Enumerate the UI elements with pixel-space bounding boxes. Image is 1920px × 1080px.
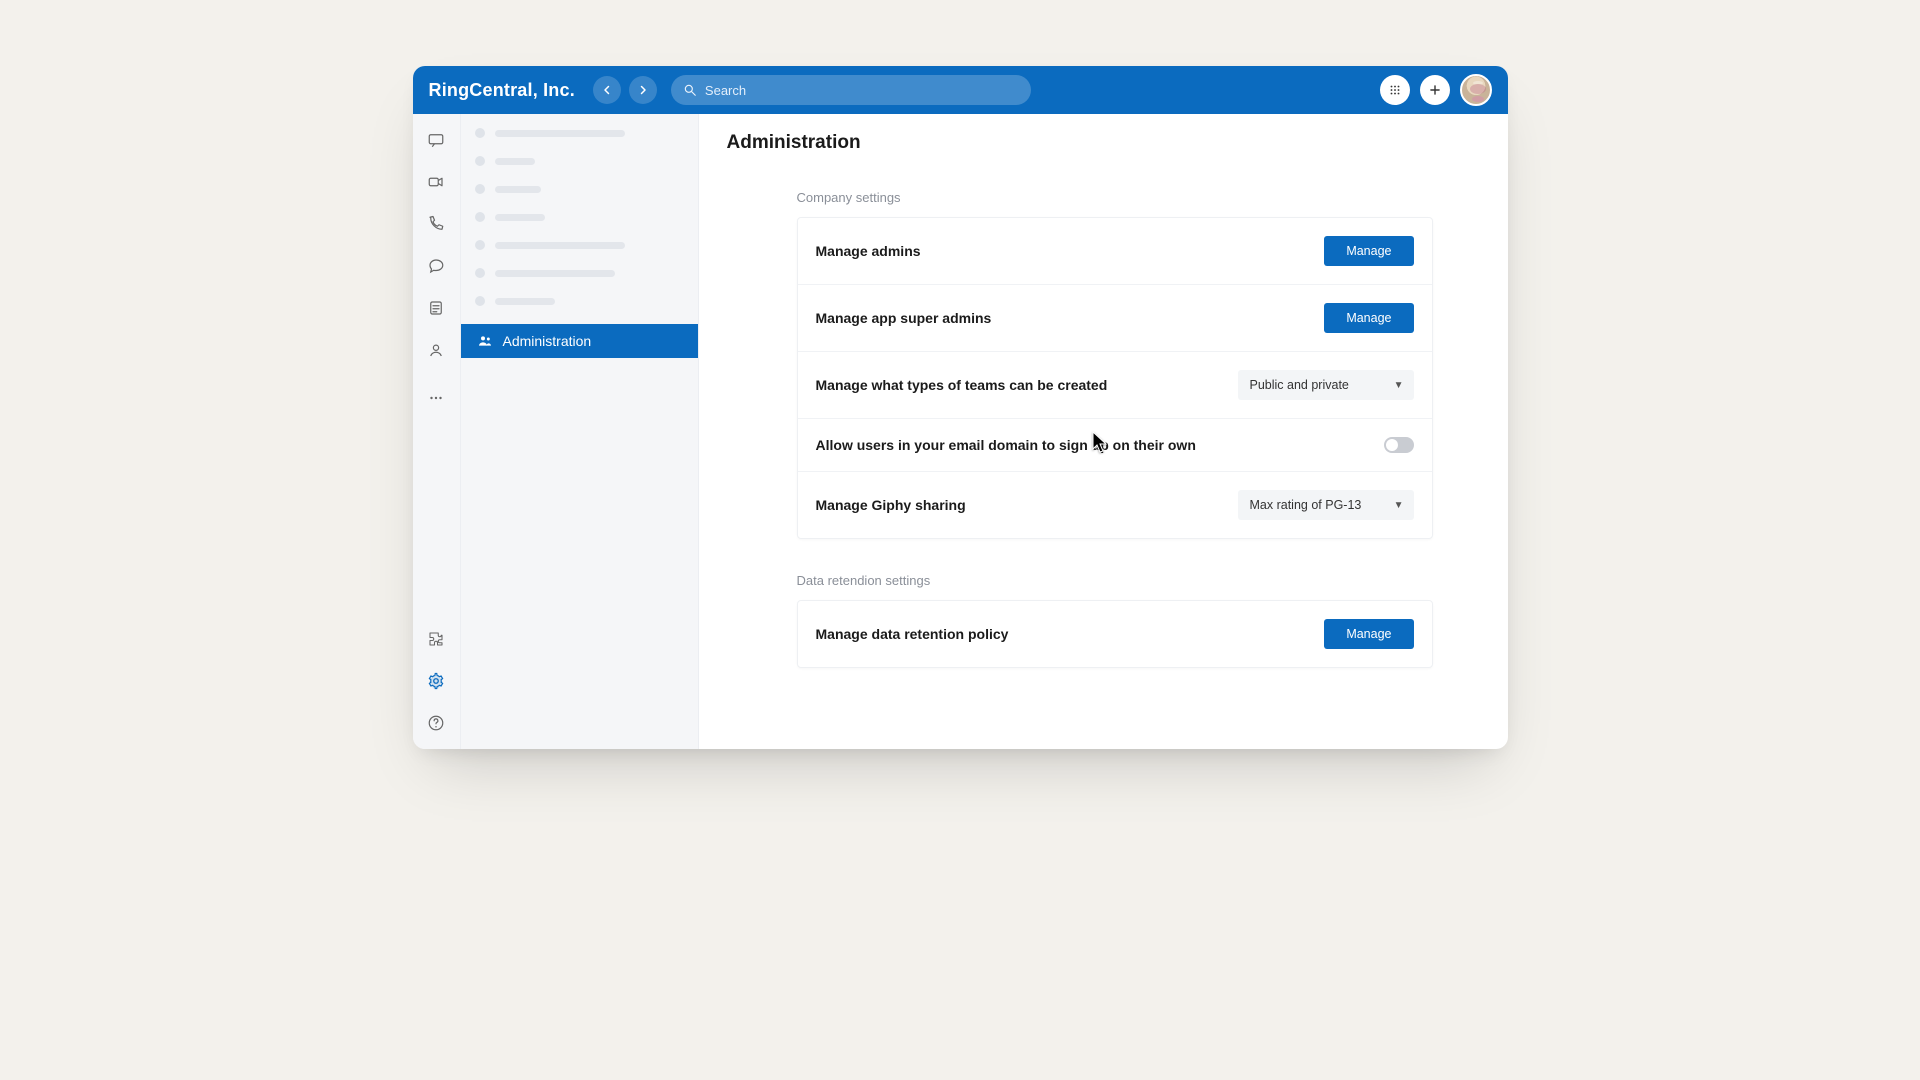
row-label: Manage admins	[816, 243, 921, 259]
body: Administration Administration Company se…	[413, 114, 1508, 749]
side-panel: Administration	[461, 114, 699, 749]
search-icon	[683, 83, 697, 97]
row-label: Manage what types of teams can be create…	[816, 377, 1108, 393]
skeleton-row	[475, 268, 684, 278]
app-window: RingCentral, Inc.	[413, 66, 1508, 749]
rail-message-button[interactable]	[422, 126, 450, 154]
skeleton-row	[475, 212, 684, 222]
topbar-right	[1380, 74, 1492, 106]
nav-forward-button[interactable]	[629, 76, 657, 104]
rail-extensions-button[interactable]	[422, 625, 450, 653]
rail-chat-button[interactable]	[422, 252, 450, 280]
rail-more-button[interactable]	[422, 384, 450, 412]
retention-settings-card: Manage data retention policy Manage	[797, 600, 1433, 668]
rail-help-button[interactable]	[422, 709, 450, 737]
admin-icon	[477, 333, 493, 349]
rail-contacts-button[interactable]	[422, 336, 450, 364]
add-button[interactable]	[1420, 75, 1450, 105]
brand-title: RingCentral, Inc.	[429, 80, 575, 101]
skeleton-row	[475, 296, 684, 306]
message-icon	[427, 131, 445, 149]
chevron-right-icon	[637, 84, 649, 96]
row-label: Manage app super admins	[816, 310, 992, 326]
avatar[interactable]	[1460, 74, 1492, 106]
sidebar-item-label: Administration	[503, 333, 592, 349]
skeleton-row	[475, 240, 684, 250]
dialpad-icon	[1388, 83, 1402, 97]
manage-retention-button[interactable]: Manage	[1324, 619, 1413, 649]
team-types-select[interactable]: Public and private ▼	[1238, 370, 1414, 400]
nav-arrows	[593, 76, 657, 104]
section-label-retention: Data retendion settings	[797, 573, 1480, 588]
puzzle-icon	[427, 630, 445, 648]
chevron-down-icon: ▼	[1394, 500, 1404, 511]
self-signup-toggle[interactable]	[1384, 437, 1414, 453]
row-manage-admins: Manage admins Manage	[798, 218, 1432, 285]
skeleton-row	[475, 184, 684, 194]
video-icon	[427, 173, 445, 191]
section-label-company: Company settings	[797, 190, 1480, 205]
more-icon	[427, 389, 445, 407]
page-title: Administration	[727, 132, 1480, 154]
select-value: Max rating of PG-13	[1250, 498, 1362, 512]
row-giphy: Manage Giphy sharing Max rating of PG-13…	[798, 472, 1432, 538]
row-retention-policy: Manage data retention policy Manage	[798, 601, 1432, 667]
row-team-types: Manage what types of teams can be create…	[798, 352, 1432, 419]
icon-rail	[413, 114, 461, 749]
select-value: Public and private	[1250, 378, 1349, 392]
dialpad-button[interactable]	[1380, 75, 1410, 105]
row-label: Manage data retention policy	[816, 626, 1009, 642]
company-settings-card: Manage admins Manage Manage app super ad…	[797, 217, 1433, 539]
side-skeleton-list	[461, 128, 698, 306]
chevron-down-icon: ▼	[1394, 380, 1404, 391]
giphy-select[interactable]: Max rating of PG-13 ▼	[1238, 490, 1414, 520]
nav-back-button[interactable]	[593, 76, 621, 104]
plus-icon	[1428, 83, 1442, 97]
contact-icon	[427, 341, 445, 359]
sidebar-item-administration[interactable]: Administration	[461, 324, 698, 358]
skeleton-row	[475, 156, 684, 166]
row-self-signup: Allow users in your email domain to sign…	[798, 419, 1432, 472]
rail-phone-button[interactable]	[422, 210, 450, 238]
chat-bubble-icon	[427, 257, 445, 275]
rail-tasks-button[interactable]	[422, 294, 450, 322]
chevron-left-icon	[601, 84, 613, 96]
gear-icon	[427, 672, 445, 690]
topbar: RingCentral, Inc.	[413, 66, 1508, 114]
search-field[interactable]	[671, 75, 1031, 105]
manage-super-admins-button[interactable]: Manage	[1324, 303, 1413, 333]
rail-video-button[interactable]	[422, 168, 450, 196]
content: Administration Company settings Manage a…	[699, 114, 1508, 749]
phone-icon	[427, 215, 445, 233]
row-manage-super-admins: Manage app super admins Manage	[798, 285, 1432, 352]
manage-admins-button[interactable]: Manage	[1324, 236, 1413, 266]
row-label: Allow users in your email domain to sign…	[816, 437, 1196, 453]
row-label: Manage Giphy sharing	[816, 497, 966, 513]
skeleton-row	[475, 128, 684, 138]
help-icon	[427, 714, 445, 732]
task-icon	[427, 299, 445, 317]
rail-settings-button[interactable]	[422, 667, 450, 695]
search-input[interactable]	[705, 83, 1019, 98]
